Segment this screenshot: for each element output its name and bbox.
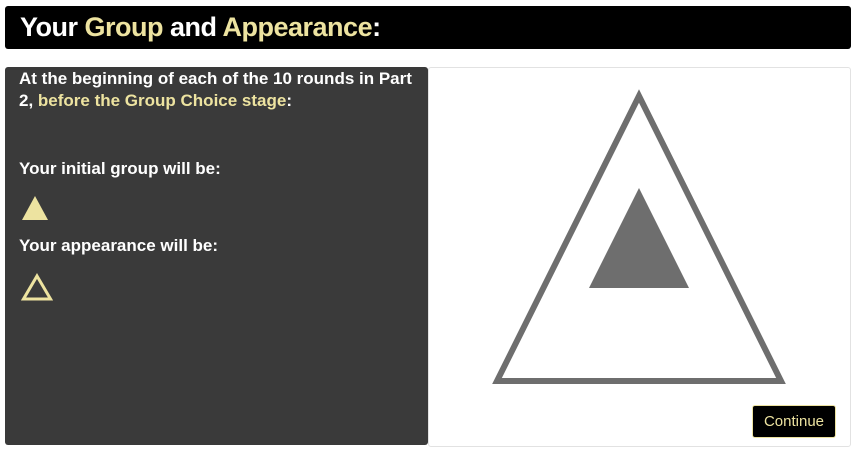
initial-group-label: Your initial group will be: <box>19 159 221 178</box>
group-filled-triangle-icon <box>589 188 689 288</box>
outline-triangle-icon <box>21 273 53 301</box>
page-header: Your Group and Appearance: <box>5 6 851 49</box>
title-group-word: Group <box>84 12 164 42</box>
intro-colon: : <box>286 91 293 110</box>
title-part-and: and <box>163 12 223 42</box>
info-panel: At the beginning of each of the 10 round… <box>5 67 428 445</box>
continue-button[interactable]: Continue <box>752 405 836 438</box>
page-title: Your Group and Appearance: <box>20 12 381 43</box>
filled-triangle-icon <box>22 196 48 220</box>
group-appearance-graphic <box>492 89 786 384</box>
title-appearance-word: Appearance <box>222 12 373 42</box>
appearance-preview-panel: Continue <box>428 67 851 447</box>
intro-highlight: before the Group Choice stage <box>37 91 287 110</box>
appearance-label: Your appearance will be: <box>19 236 219 255</box>
title-colon: : <box>372 12 381 42</box>
title-part-your: Your <box>20 12 85 42</box>
intro-paragraph: At the beginning of each of the 10 round… <box>19 68 414 112</box>
